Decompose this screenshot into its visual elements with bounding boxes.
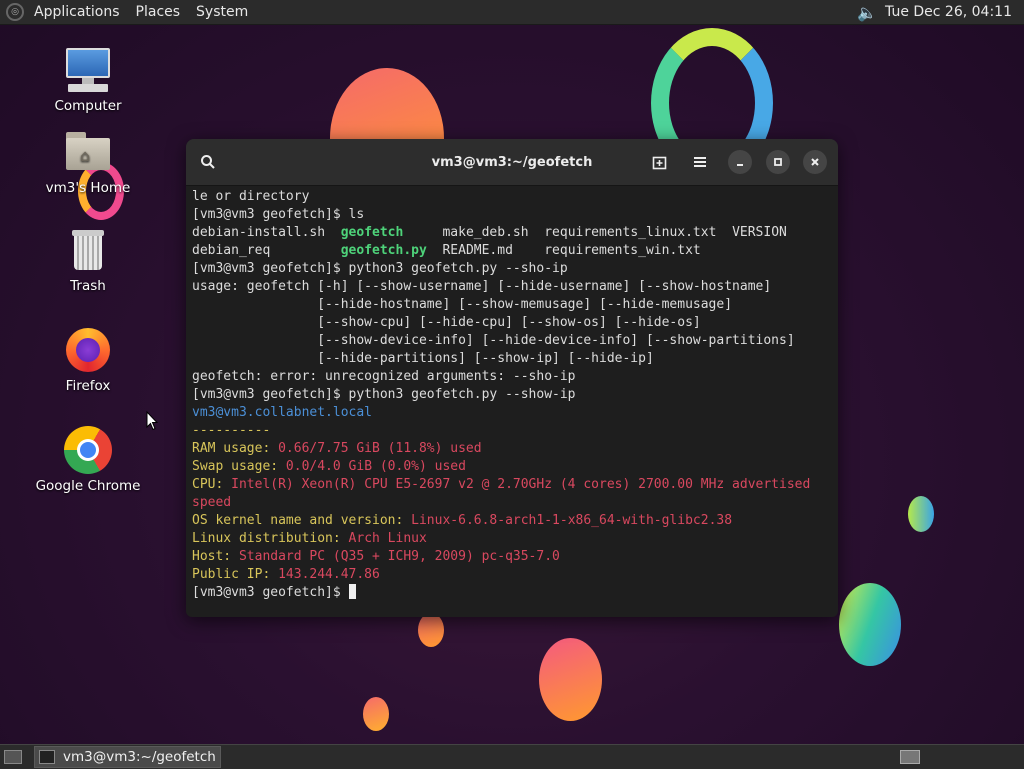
trash-icon [64, 226, 112, 274]
system-logo-icon[interactable]: ◎ [6, 3, 24, 21]
desktop-icon-label: Firefox [65, 378, 111, 394]
terminal-line: RAM usage: 0.66/7.75 GiB (11.8%) used [192, 441, 482, 456]
terminal-line: Public IP: 143.244.47.86 [192, 567, 380, 582]
desktop-icon-trash[interactable]: Trash [28, 226, 148, 294]
terminal-line: [--show-device-info] [--hide-device-info… [192, 333, 795, 348]
taskbar-window-button[interactable]: vm3@vm3:~/geofetch [34, 746, 221, 768]
wallpaper-blob [363, 697, 389, 731]
terminal-line: [vm3@vm3 geofetch]$ ls [192, 207, 365, 222]
top-panel: ◎ Applications Places System 🔈 Tue Dec 2… [0, 0, 1024, 25]
terminal-window[interactable]: vm3@vm3:~/geofetch le or directory [vm3@v… [186, 139, 838, 617]
terminal-line: ---------- [192, 423, 271, 438]
terminal-output[interactable]: le or directory [vm3@vm3 geofetch]$ ls deb… [186, 186, 838, 604]
terminal-line: [--show-cpu] [--hide-cpu] [--show-os] [-… [192, 315, 701, 330]
menu-icon[interactable] [688, 150, 712, 174]
firefox-icon [64, 326, 112, 374]
terminal-line: Host: Standard PC (Q35 + ICH9, 2009) pc-… [192, 549, 560, 564]
close-icon[interactable] [803, 150, 827, 174]
terminal-line: speed [192, 495, 232, 510]
terminal-line: CPU: Intel(R) Xeon(R) CPU E5-2697 v2 @ 2… [192, 477, 811, 492]
show-desktop-icon[interactable] [4, 750, 22, 764]
chrome-icon [64, 426, 112, 474]
minimize-icon[interactable] [728, 150, 752, 174]
terminal-line: le or directory [192, 189, 310, 204]
desktop-icon-firefox[interactable]: Firefox [28, 326, 148, 394]
home-folder-icon: ⌂ [64, 128, 112, 176]
desktop-icon-label: vm3's Home [45, 180, 131, 196]
terminal-line: OS kernel name and version: Linux-6.6.8-… [192, 513, 733, 528]
terminal-line: vm3@vm3.collabnet.local [192, 405, 373, 420]
menu-system[interactable]: System [188, 0, 256, 25]
menu-places[interactable]: Places [128, 0, 189, 25]
terminal-line: [--hide-partitions] [--show-ip] [--hide-… [192, 351, 654, 366]
terminal-line: [--hide-hostname] [--show-memusage] [--h… [192, 297, 733, 312]
desktop-icon-label: Google Chrome [35, 478, 141, 494]
new-tab-icon[interactable] [648, 150, 672, 174]
terminal-prompt-line[interactable]: [vm3@vm3 geofetch]$ [192, 584, 832, 602]
terminal-line: usage: geofetch [-h] [--show-username] [… [192, 279, 772, 294]
wallpaper-blob [908, 496, 934, 532]
wallpaper-blob [418, 613, 444, 647]
volume-icon[interactable]: 🔈 [857, 3, 877, 22]
mouse-pointer-icon [146, 411, 158, 431]
terminal-line: [vm3@vm3 geofetch]$ python3 geofetch.py … [192, 387, 576, 402]
terminal-icon [39, 750, 55, 764]
terminal-line: Swap usage: 0.0/4.0 GiB (0.0%) used [192, 459, 466, 474]
maximize-icon[interactable] [766, 150, 790, 174]
desktop-icon-label: Computer [54, 98, 122, 114]
computer-icon [64, 46, 112, 94]
terminal-line: geofetch: error: unrecognized arguments:… [192, 369, 576, 384]
desktop-icon-chrome[interactable]: Google Chrome [28, 426, 148, 494]
text-cursor [348, 584, 356, 599]
desktop-icon-label: Trash [70, 278, 106, 294]
desktop-icon-computer[interactable]: Computer [28, 46, 148, 114]
bottom-panel: vm3@vm3:~/geofetch [0, 744, 1024, 769]
menu-applications[interactable]: Applications [26, 0, 128, 25]
workspace-switcher[interactable] [900, 750, 920, 764]
terminal-line: debian-install.sh geofetch make_deb.sh r… [192, 225, 787, 240]
wallpaper-blob [839, 583, 901, 666]
search-icon[interactable] [196, 150, 220, 174]
terminal-line: Linux distribution: Arch Linux [192, 531, 427, 546]
taskbar-window-label: vm3@vm3:~/geofetch [63, 749, 216, 765]
desktop-icon-home[interactable]: ⌂ vm3's Home [28, 128, 148, 196]
clock[interactable]: Tue Dec 26, 04:11 [885, 4, 1020, 20]
wallpaper-blob [539, 638, 602, 721]
terminal-titlebar[interactable]: vm3@vm3:~/geofetch [186, 139, 838, 186]
terminal-line: debian_req geofetch.py README.md require… [192, 243, 701, 258]
terminal-line: [vm3@vm3 geofetch]$ python3 geofetch.py … [192, 261, 568, 276]
